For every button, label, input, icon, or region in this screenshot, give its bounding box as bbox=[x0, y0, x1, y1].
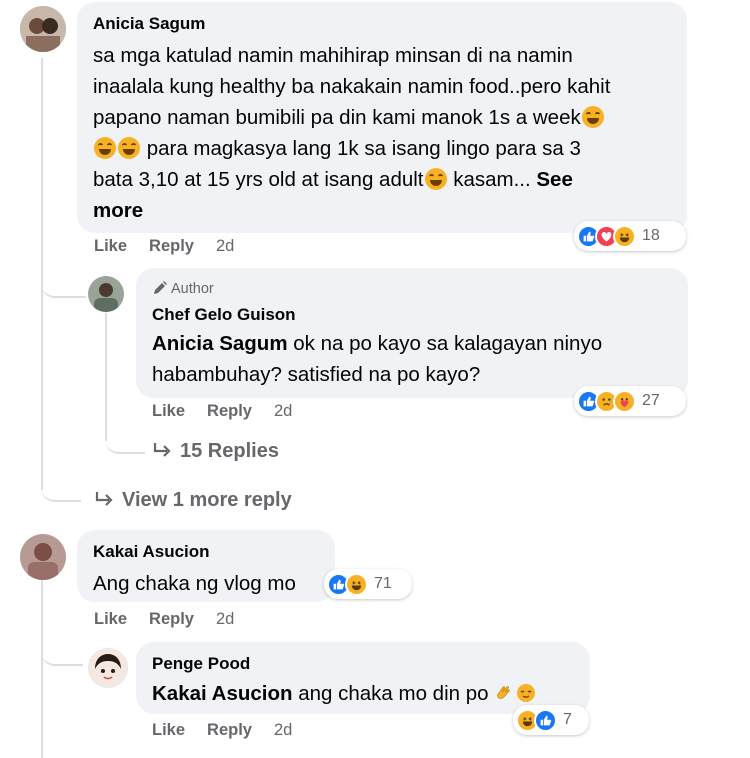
thread-line bbox=[41, 580, 43, 758]
reply-bubble: Penge Pood Kakai Asucion ang chaka mo di… bbox=[136, 642, 590, 714]
view-more-label: View 1 more reply bbox=[122, 489, 292, 511]
thread-connector bbox=[105, 428, 145, 454]
comment-line: sa mga katulad namin mahihirap minsan di… bbox=[93, 44, 573, 67]
comment-actions: Like Reply 2d bbox=[152, 402, 314, 421]
reaction-count: 71 bbox=[374, 575, 392, 592]
timestamp[interactable]: 2d bbox=[274, 402, 292, 420]
reply-arrow-icon bbox=[95, 492, 113, 506]
author-badge-label: Author bbox=[171, 281, 214, 297]
view-replies-link[interactable]: 15 Replies bbox=[152, 440, 279, 463]
comment-author[interactable]: Kakai Asucion bbox=[93, 542, 210, 562]
timestamp[interactable]: 2d bbox=[216, 610, 234, 628]
laughing-emoji-icon bbox=[581, 106, 604, 128]
view-more-replies-link[interactable]: View 1 more reply bbox=[94, 489, 292, 512]
comment-line: bata 3,10 at 15 yrs old at isang adult k… bbox=[93, 164, 683, 195]
comment-line-text: papano naman bumibili pa din kami manok … bbox=[93, 106, 581, 129]
reaction-summary[interactable]: 27 bbox=[574, 386, 686, 416]
relieved-emoji-icon bbox=[516, 681, 536, 702]
like-button[interactable]: Like bbox=[94, 237, 127, 255]
laughing-emoji-icon bbox=[118, 137, 140, 159]
timestamp[interactable]: 2d bbox=[216, 237, 234, 255]
comment-actions: Like Reply 2d bbox=[94, 237, 256, 256]
comment-bubble: Kakai Asucion Ang chaka ng vlog mo bbox=[77, 530, 335, 602]
comment-line-text: ok na po kayo sa kalagayan ninyo bbox=[287, 332, 603, 355]
reaction-summary[interactable]: 18 bbox=[574, 221, 686, 251]
haha-icon bbox=[345, 572, 368, 596]
care-icon bbox=[613, 389, 636, 413]
comment-text: Anicia Sagum ok na po kayo sa kalagayan … bbox=[152, 328, 682, 390]
like-button[interactable]: Like bbox=[152, 721, 185, 739]
reaction-count: 18 bbox=[642, 227, 660, 244]
reaction-count: 7 bbox=[563, 711, 572, 728]
comment-line-text: kasam... bbox=[447, 168, 537, 191]
comment-bubble: Anicia Sagum sa mga katulad namin mahihi… bbox=[77, 2, 687, 233]
comment-line: papano naman bumibili pa din kami manok … bbox=[93, 102, 683, 133]
reply-button[interactable]: Reply bbox=[207, 721, 252, 739]
see-more-link[interactable]: See bbox=[536, 168, 572, 191]
reaction-count: 27 bbox=[642, 392, 660, 409]
avatar[interactable] bbox=[20, 6, 66, 52]
comment-line-text: ang chaka mo din po bbox=[292, 682, 495, 705]
timestamp[interactable]: 2d bbox=[274, 721, 292, 739]
comment-line-text: para magkasya lang 1k sa isang lingo par… bbox=[141, 137, 581, 160]
view-replies-label: 15 Replies bbox=[180, 440, 279, 462]
comment-text: Ang chaka ng vlog mo bbox=[93, 572, 296, 595]
reply-arrow-icon bbox=[153, 443, 171, 457]
thread-line bbox=[41, 58, 43, 490]
avatar[interactable] bbox=[88, 648, 128, 688]
comment-text: Kakai Asucion ang chaka mo din po bbox=[152, 678, 536, 709]
reaction-summary[interactable]: 7 bbox=[513, 705, 589, 735]
pencil-icon bbox=[154, 281, 167, 294]
comment-line: para magkasya lang 1k sa isang lingo par… bbox=[93, 133, 683, 164]
comment-author[interactable]: Chef Gelo Guison bbox=[152, 305, 296, 325]
comment-author[interactable]: Anicia Sagum bbox=[93, 14, 205, 34]
like-button[interactable]: Like bbox=[152, 402, 185, 420]
comment-actions: Like Reply 2d bbox=[94, 610, 256, 629]
laughing-emoji-icon bbox=[94, 137, 116, 159]
haha-icon bbox=[613, 224, 636, 248]
thread-connector bbox=[41, 280, 86, 298]
comment-line: Anicia Sagum ok na po kayo sa kalagayan … bbox=[152, 328, 682, 359]
thread-line bbox=[105, 313, 107, 441]
comment-text: sa mga katulad namin mahihirap minsan di… bbox=[93, 40, 683, 226]
author-badge: Author bbox=[152, 280, 214, 297]
comment-actions: Like Reply 2d bbox=[152, 721, 314, 740]
laughing-emoji-icon bbox=[424, 168, 447, 190]
comment-line-text: bata 3,10 at 15 yrs old at isang adult bbox=[93, 168, 424, 191]
avatar[interactable] bbox=[88, 276, 124, 312]
comment-line: inaalala kung healthy ba nakakain namin … bbox=[93, 75, 611, 98]
reply-bubble: Author Chef Gelo Guison Anicia Sagum ok … bbox=[136, 268, 688, 398]
thread-connector bbox=[41, 476, 81, 502]
reply-button[interactable]: Reply bbox=[149, 237, 194, 255]
avatar[interactable] bbox=[20, 534, 66, 580]
clapping-hands-emoji-icon bbox=[494, 681, 514, 701]
comment-author[interactable]: Penge Pood bbox=[152, 654, 250, 674]
mention-link[interactable]: Anicia Sagum bbox=[152, 332, 288, 355]
reply-button[interactable]: Reply bbox=[149, 610, 194, 628]
reply-button[interactable]: Reply bbox=[207, 402, 252, 420]
reaction-summary[interactable]: 71 bbox=[324, 569, 412, 599]
like-icon bbox=[534, 708, 557, 732]
thread-connector bbox=[41, 648, 83, 666]
mention-link[interactable]: Kakai Asucion bbox=[152, 682, 293, 705]
like-button[interactable]: Like bbox=[94, 610, 127, 628]
